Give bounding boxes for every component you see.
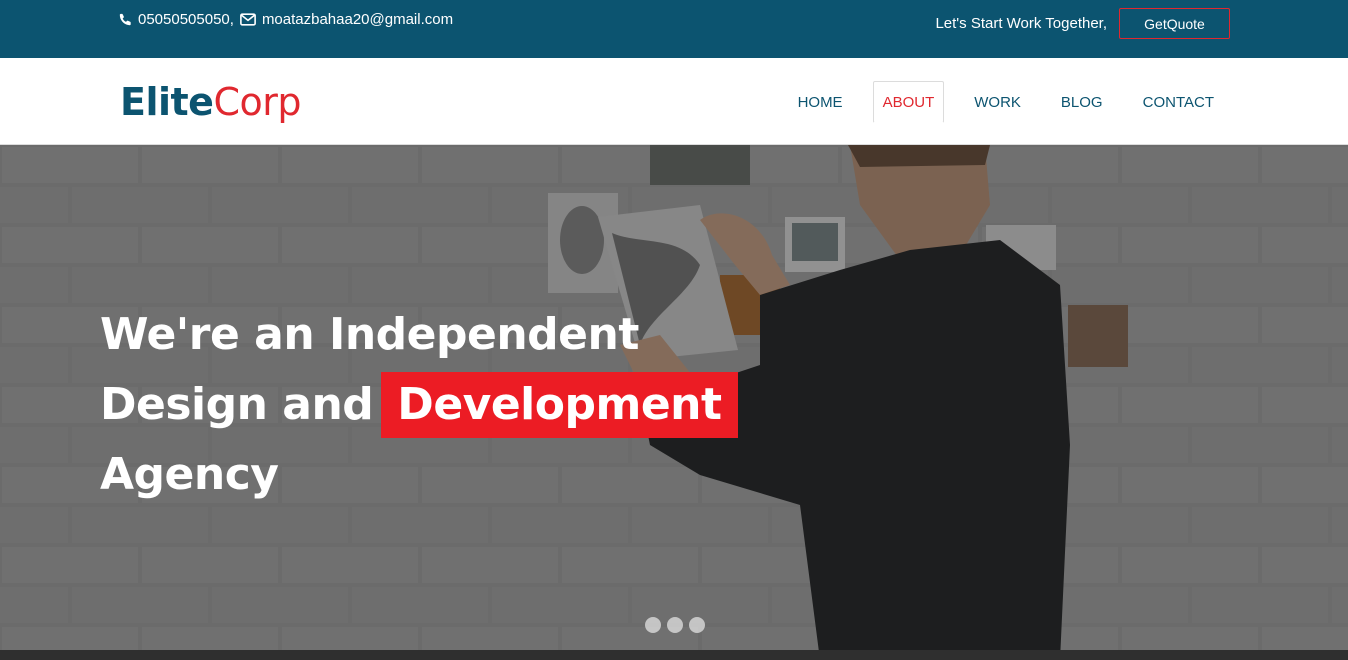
- nav-item-blog[interactable]: BLOG: [1051, 81, 1113, 123]
- tagline: Let's Start Work Together,: [935, 15, 1107, 32]
- nav-item-about[interactable]: ABOUT: [872, 81, 945, 123]
- phone-icon: [119, 13, 131, 26]
- hero-line-2: Design and Development: [100, 370, 738, 440]
- phone-number: 05050505050,: [138, 11, 234, 28]
- hero-headline: We're an Independent Design and Developme…: [100, 300, 738, 510]
- slide-dot-2[interactable]: [667, 617, 683, 633]
- nav-item-work[interactable]: WORK: [964, 81, 1031, 123]
- slider-indicators: [645, 617, 705, 633]
- hero-slider: We're an Independent Design and Developme…: [0, 145, 1348, 660]
- topbar-cta: Let's Start Work Together, GetQuote: [935, 8, 1230, 39]
- slide-dot-1[interactable]: [645, 617, 661, 633]
- nav-menu: HOME ABOUT WORK BLOG CONTACT: [778, 81, 1234, 123]
- hero-line-2-prefix: Design and: [100, 379, 374, 430]
- envelope-icon: [240, 13, 256, 26]
- hero-line-3: Agency: [100, 449, 279, 500]
- top-bar: 05050505050, moatazbahaa20@gmail.com Let…: [0, 0, 1348, 58]
- brand-logo-part2: Corp: [213, 80, 301, 124]
- contact-info: 05050505050, moatazbahaa20@gmail.com: [119, 11, 453, 28]
- email-address: moatazbahaa20@gmail.com: [261, 11, 454, 28]
- brand-logo-part1: Elite: [120, 80, 214, 124]
- slide-dot-3[interactable]: [689, 617, 705, 633]
- nav-item-contact[interactable]: CONTACT: [1133, 81, 1224, 123]
- hero-line-1: We're an Independent: [100, 309, 639, 360]
- hero-highlight: Development: [381, 372, 738, 438]
- main-navbar: EliteCorp HOME ABOUT WORK BLOG CONTACT: [0, 58, 1348, 145]
- brand-logo[interactable]: EliteCorp: [120, 80, 301, 124]
- nav-item-home[interactable]: HOME: [788, 81, 853, 123]
- get-quote-button[interactable]: GetQuote: [1119, 8, 1230, 39]
